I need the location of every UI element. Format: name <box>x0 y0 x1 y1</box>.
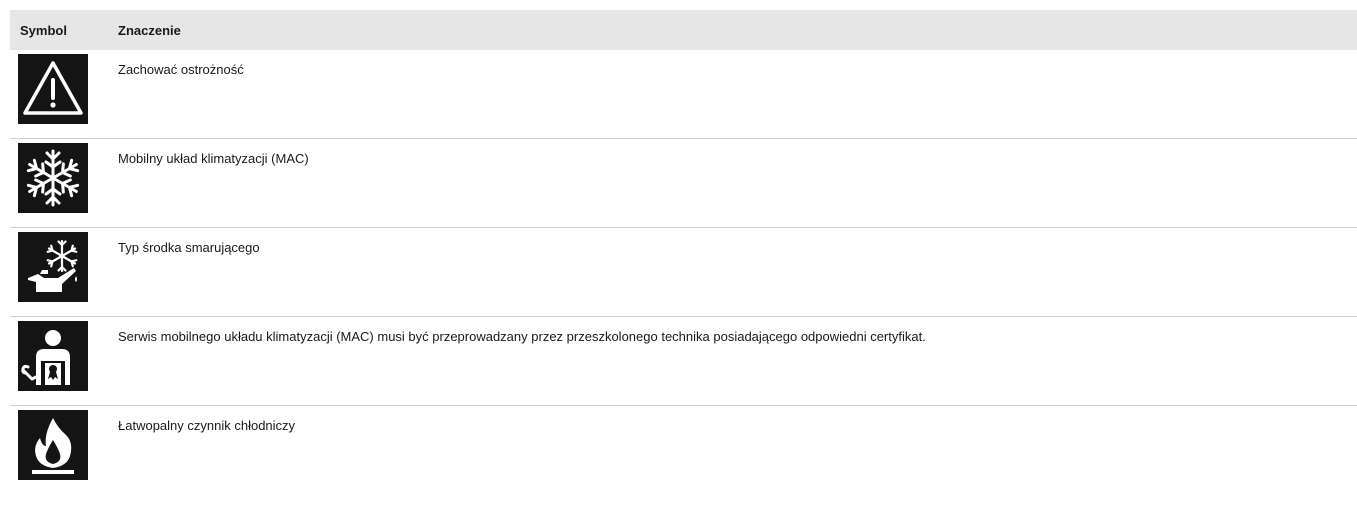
certified-technician-icon <box>18 321 88 391</box>
column-header-symbol: Symbol <box>20 22 67 38</box>
symbol-cell <box>10 317 109 405</box>
symbol-meaning: Serwis mobilnego układu klimatyzacji (MA… <box>118 329 926 344</box>
table-row: Typ środka smarującego <box>10 228 1357 317</box>
table-row: Mobilny układ klimatyzacji (MAC) <box>10 139 1357 228</box>
flame-icon <box>18 410 88 480</box>
symbols-table: Symbol Znaczenie Zachować ostrożność Mob… <box>10 10 1357 495</box>
warning-triangle-icon <box>18 54 88 124</box>
symbol-cell <box>10 50 109 138</box>
symbol-meaning: Zachować ostrożność <box>118 62 244 77</box>
table-row: Łatwopalny czynnik chłodniczy <box>10 406 1357 495</box>
symbol-cell <box>10 406 109 495</box>
symbol-cell <box>10 139 109 227</box>
table-header: Symbol Znaczenie <box>10 10 1357 50</box>
table-row: Zachować ostrożność <box>10 50 1357 139</box>
symbol-meaning: Typ środka smarującego <box>118 240 260 255</box>
snowflake-icon <box>18 143 88 213</box>
symbol-cell <box>10 228 109 316</box>
symbol-meaning: Łatwopalny czynnik chłodniczy <box>118 418 296 433</box>
symbol-meaning: Mobilny układ klimatyzacji (MAC) <box>118 151 309 166</box>
oil-can-snowflake-icon <box>18 232 88 302</box>
table-row: Serwis mobilnego układu klimatyzacji (MA… <box>10 317 1357 406</box>
column-header-meaning: Znaczenie <box>118 22 181 38</box>
